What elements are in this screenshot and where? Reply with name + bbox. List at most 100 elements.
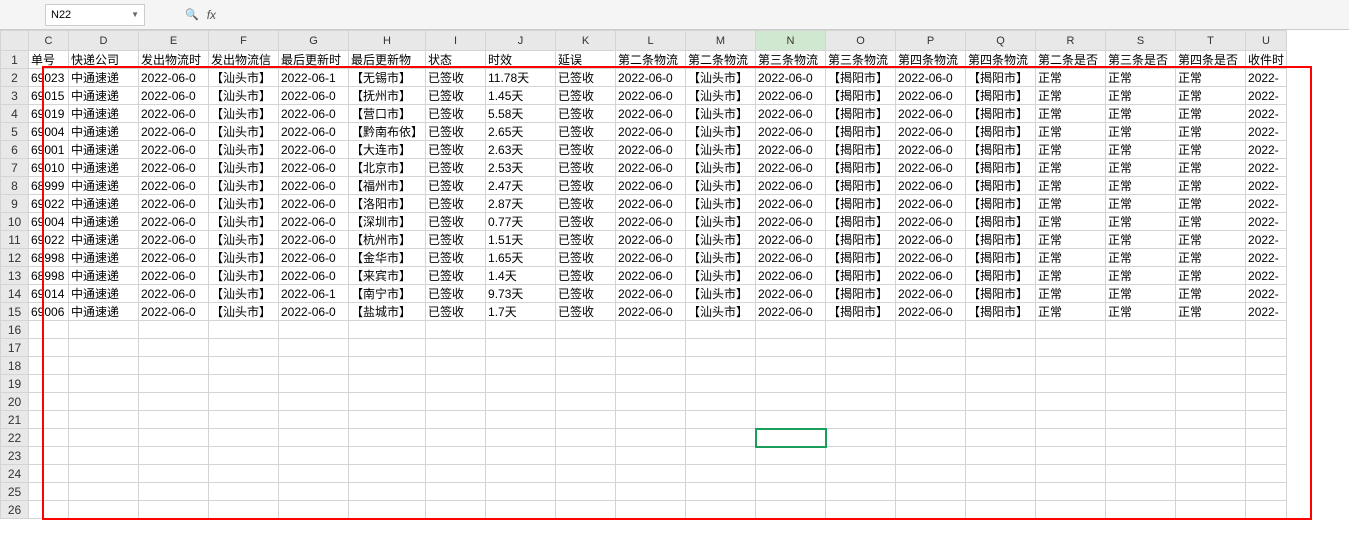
cell-M5[interactable]: 【汕头市】 [686,123,756,141]
cell-C21[interactable] [29,411,69,429]
cell-P1[interactable]: 第四条物流 [896,51,966,69]
cell-T4[interactable]: 正常 [1176,105,1246,123]
cell-C6[interactable]: 69001 [29,141,69,159]
cell-Q19[interactable] [966,375,1036,393]
cell-G4[interactable]: 2022-06-0 [279,105,349,123]
cell-T25[interactable] [1176,483,1246,501]
cell-F19[interactable] [209,375,279,393]
cell-D19[interactable] [69,375,139,393]
col-header-S[interactable]: S [1106,31,1176,51]
cell-C22[interactable] [29,429,69,447]
col-header-I[interactable]: I [426,31,486,51]
cell-R18[interactable] [1036,357,1106,375]
cell-L1[interactable]: 第二条物流 [616,51,686,69]
cell-F12[interactable]: 【汕头市】 [209,249,279,267]
cell-H1[interactable]: 最后更新物 [349,51,426,69]
cell-H16[interactable] [349,321,426,339]
cell-C19[interactable] [29,375,69,393]
cell-F10[interactable]: 【汕头市】 [209,213,279,231]
cell-T21[interactable] [1176,411,1246,429]
cell-F1[interactable]: 发出物流信 [209,51,279,69]
cell-E11[interactable]: 2022-06-0 [139,231,209,249]
cell-U9[interactable]: 2022- [1246,195,1287,213]
cell-U8[interactable]: 2022- [1246,177,1287,195]
cell-K11[interactable]: 已签收 [556,231,616,249]
cell-F3[interactable]: 【汕头市】 [209,87,279,105]
cell-M22[interactable] [686,429,756,447]
cell-K3[interactable]: 已签收 [556,87,616,105]
cell-M11[interactable]: 【汕头市】 [686,231,756,249]
cell-J19[interactable] [486,375,556,393]
cell-K13[interactable]: 已签收 [556,267,616,285]
cell-J15[interactable]: 1.7天 [486,303,556,321]
cell-F4[interactable]: 【汕头市】 [209,105,279,123]
cell-N16[interactable] [756,321,826,339]
col-header-C[interactable]: C [29,31,69,51]
cell-K20[interactable] [556,393,616,411]
cell-G1[interactable]: 最后更新时 [279,51,349,69]
cell-N14[interactable]: 2022-06-0 [756,285,826,303]
cell-O3[interactable]: 【揭阳市】 [826,87,896,105]
cell-K9[interactable]: 已签收 [556,195,616,213]
cell-I26[interactable] [426,501,486,519]
cell-D2[interactable]: 中通速递 [69,69,139,87]
cell-O4[interactable]: 【揭阳市】 [826,105,896,123]
cell-C14[interactable]: 69014 [29,285,69,303]
cell-N15[interactable]: 2022-06-0 [756,303,826,321]
row-header-16[interactable]: 16 [1,321,29,339]
name-box[interactable]: N22 ▼ [45,4,145,26]
col-header-D[interactable]: D [69,31,139,51]
cell-C12[interactable]: 68998 [29,249,69,267]
row-header-10[interactable]: 10 [1,213,29,231]
cell-K25[interactable] [556,483,616,501]
cell-K19[interactable] [556,375,616,393]
cell-P24[interactable] [896,465,966,483]
cell-G12[interactable]: 2022-06-0 [279,249,349,267]
cell-P16[interactable] [896,321,966,339]
cell-J17[interactable] [486,339,556,357]
cell-R12[interactable]: 正常 [1036,249,1106,267]
cell-E9[interactable]: 2022-06-0 [139,195,209,213]
cell-F17[interactable] [209,339,279,357]
cell-S21[interactable] [1106,411,1176,429]
cell-M26[interactable] [686,501,756,519]
cell-C20[interactable] [29,393,69,411]
cell-S25[interactable] [1106,483,1176,501]
cell-N26[interactable] [756,501,826,519]
cell-F26[interactable] [209,501,279,519]
cell-E13[interactable]: 2022-06-0 [139,267,209,285]
cell-M1[interactable]: 第二条物流 [686,51,756,69]
cell-H18[interactable] [349,357,426,375]
cell-S26[interactable] [1106,501,1176,519]
cell-J8[interactable]: 2.47天 [486,177,556,195]
cell-E16[interactable] [139,321,209,339]
cell-I10[interactable]: 已签收 [426,213,486,231]
cell-J9[interactable]: 2.87天 [486,195,556,213]
row-header-26[interactable]: 26 [1,501,29,519]
row-header-9[interactable]: 9 [1,195,29,213]
col-header-K[interactable]: K [556,31,616,51]
cell-J11[interactable]: 1.51天 [486,231,556,249]
cell-Q25[interactable] [966,483,1036,501]
cell-F23[interactable] [209,447,279,465]
cell-I4[interactable]: 已签收 [426,105,486,123]
spreadsheet-grid[interactable]: CDEFGHIJKLMNOPQRSTU1单号快递公司发出物流时发出物流信最后更新… [0,30,1287,519]
cell-F6[interactable]: 【汕头市】 [209,141,279,159]
cell-P8[interactable]: 2022-06-0 [896,177,966,195]
cell-L19[interactable] [616,375,686,393]
cell-I12[interactable]: 已签收 [426,249,486,267]
cell-P4[interactable]: 2022-06-0 [896,105,966,123]
cell-R3[interactable]: 正常 [1036,87,1106,105]
cell-O5[interactable]: 【揭阳市】 [826,123,896,141]
cell-S1[interactable]: 第三条是否 [1106,51,1176,69]
cell-N8[interactable]: 2022-06-0 [756,177,826,195]
cell-Q14[interactable]: 【揭阳市】 [966,285,1036,303]
cell-R15[interactable]: 正常 [1036,303,1106,321]
cell-O20[interactable] [826,393,896,411]
cell-L21[interactable] [616,411,686,429]
cell-I14[interactable]: 已签收 [426,285,486,303]
cell-J14[interactable]: 9.73天 [486,285,556,303]
cell-K8[interactable]: 已签收 [556,177,616,195]
cell-C9[interactable]: 69022 [29,195,69,213]
cell-R5[interactable]: 正常 [1036,123,1106,141]
